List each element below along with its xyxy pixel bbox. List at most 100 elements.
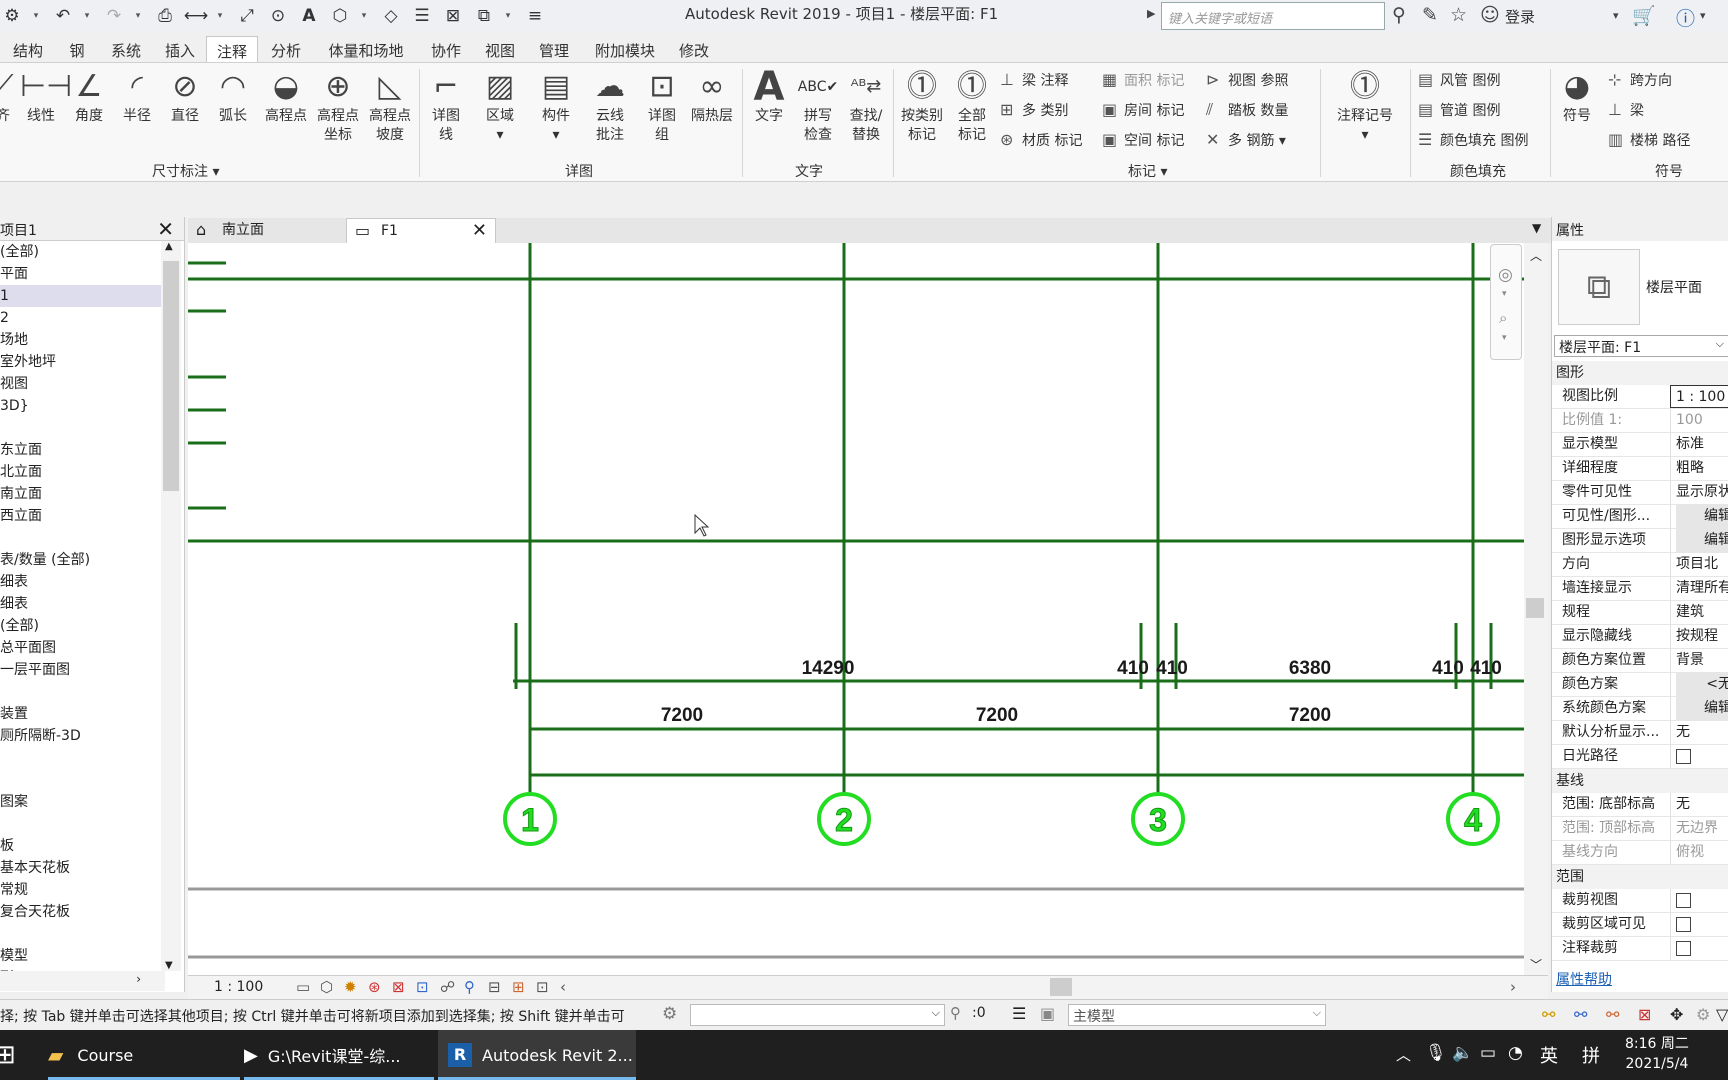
property-value[interactable]: 标准 [1670,433,1728,456]
model-dropdown[interactable]: 主模型 ⌵ [1068,1004,1326,1026]
tree-item[interactable]: 细表 [0,593,165,615]
tree-item[interactable]: 南立面 [0,483,165,505]
workset-dropdown[interactable]: ⌵ [690,1004,945,1026]
linear-dimension-button[interactable]: ⊢⊣ 线性 [20,67,72,126]
stair-path-button[interactable]: ▥ 楼梯 路径 [1608,127,1690,153]
shadows-icon[interactable]: ⊛ [368,978,381,996]
multi-rebar-button[interactable]: ✕ 多 钢筋 ▾ [1206,127,1286,153]
chevron-down-icon[interactable]: ▾ [31,4,41,28]
tree-item[interactable]: 东立面 [0,439,165,461]
area-tag-button[interactable]: ▦ 面积 标记 [1102,67,1184,93]
tree-item[interactable]: 3D} [0,395,165,417]
tree-item[interactable] [0,527,165,549]
binoculars-icon[interactable]: ⚲ [1392,4,1406,26]
tree-item[interactable]: 图案 [0,791,165,813]
chevron-down-icon[interactable]: ▾ [1613,9,1619,22]
scroll-up-icon[interactable]: ︿ [1530,247,1542,264]
dimension-label[interactable]: 7200 [661,705,703,726]
text-button[interactable]: A 文字 [746,67,792,126]
detail-group-button[interactable]: ⊡ 详图 组 [638,67,686,145]
tab-analyze[interactable]: 分析 [258,36,314,62]
spot-coordinate-button[interactable]: ⊕ 高程点 坐标 [312,67,364,145]
dimension-label[interactable]: 7200 [976,705,1018,726]
property-value[interactable]: 粗略 [1670,457,1728,480]
property-value[interactable] [1670,745,1728,768]
spot-elevation-button[interactable]: ◒ 高程点 [260,67,312,126]
login-button[interactable]: 登录 [1505,6,1535,27]
lock-3d-icon[interactable]: ⊟ [488,978,501,996]
property-value[interactable] [1670,937,1728,960]
settings-icon[interactable]: ⚙ [0,4,24,28]
property-value[interactable]: 建筑 [1670,601,1728,624]
aligned-dimension-button[interactable]: ⟋ 齐 [0,67,18,126]
tree-item[interactable] [0,417,165,439]
room-tag-button[interactable]: ▣ 房间 标记 [1102,97,1184,123]
dimension-label[interactable]: 410 [1470,658,1502,679]
tree-item[interactable]: 常规 [0,879,165,901]
tree-item[interactable]: 基本天花板 [0,857,165,879]
editable-only-icon[interactable]: ▣ [1040,1004,1055,1023]
detail-line-button[interactable]: ⌐ 详图 线 [424,67,468,145]
steering-wheel-icon[interactable]: ◎ [1498,265,1513,285]
component-button[interactable]: ▤ 构件 ▾ [532,67,580,145]
property-group-header[interactable]: 基线 [1552,769,1728,793]
spelling-button[interactable]: ABC✔ 拼写 检查 [796,67,840,145]
drawing-canvas[interactable]: 14290 410 410 6380 410 410 7200 7200 720… [188,243,1524,975]
property-value[interactable]: 编辑 [1670,505,1728,528]
duct-legend-button[interactable]: ▤ 风管 图例 [1418,67,1500,93]
edit-button[interactable]: 编辑 [1676,529,1728,552]
checkbox[interactable] [1676,941,1691,956]
scrollbar-thumb[interactable] [163,261,179,491]
tree-item[interactable]: 厕所隔断-3D [0,725,165,747]
close-icon[interactable]: ✕ [157,217,174,241]
tab-manage[interactable]: 管理 [526,36,582,62]
undo-icon[interactable]: ↶ [51,4,75,28]
checkbox[interactable] [1676,917,1691,932]
drag-elements-icon[interactable]: ✥ [1670,1005,1683,1024]
scrollbar-thumb[interactable] [1050,978,1072,996]
edit-button[interactable]: <无 [1676,673,1728,696]
property-value[interactable]: 编辑 [1670,697,1728,720]
tab-insert[interactable]: 插入 [154,36,206,62]
taskbar-item-course[interactable]: ▰ Course [48,1030,240,1080]
chevron-down-icon[interactable]: ▾ [215,4,225,28]
tree-item[interactable]: 装置 [0,703,165,725]
chevron-down-icon[interactable]: ▾ [82,4,92,28]
3d-view-icon[interactable]: ⬡ [328,4,352,28]
dimension-icon[interactable]: ⤢ [235,4,259,28]
measure-icon[interactable]: ⟷ [184,4,208,28]
keynote-button[interactable]: ⓵ 注释记号 ▾ [1330,67,1400,145]
tree-item[interactable]: 细表 [0,571,165,593]
tag-by-category-button[interactable]: ⓵ 按类别 标记 [896,67,948,145]
tree-item[interactable]: 北立面 [0,461,165,483]
switch-windows-icon[interactable]: ⧉ [472,4,496,28]
filter-icon[interactable]: ⚲ [950,1004,961,1022]
beam-annotation-button[interactable]: ⊥ 梁 注释 [1000,67,1068,93]
property-value[interactable]: 背景 [1670,649,1728,672]
scroll-down-icon[interactable]: ﹀ [1530,956,1542,973]
select-pinned-icon[interactable]: ⚯ [1606,1005,1619,1024]
analytical-model-icon[interactable]: ⊞ [512,978,525,996]
grid-label[interactable]: 1 [521,802,540,839]
checkbox[interactable] [1676,749,1691,764]
property-value[interactable]: 1 : 100 [1670,385,1728,408]
scroll-right-icon[interactable]: › [1510,978,1516,996]
taskbar-item-revit[interactable]: R Autodesk Revit 2... [438,1030,636,1080]
property-group-header[interactable]: 范围 [1552,865,1728,889]
chevron-down-icon[interactable]: ▾ [359,4,369,28]
property-value[interactable]: 无 [1670,721,1728,744]
tab-view[interactable]: 视图 [474,36,526,62]
vertical-scrollbar[interactable]: ▲ ▼ [161,241,181,971]
span-direction-button[interactable]: ⊹ 跨方向 [1608,67,1672,93]
microphone-icon[interactable]: 🎙 [1425,1043,1447,1063]
chevron-down-icon[interactable]: ▾ [1502,333,1507,343]
print-icon[interactable]: ⎙ [153,4,177,28]
tag-all-button[interactable]: ⓵ 全部 标记 [946,67,998,145]
windows-start-icon[interactable]: ⊞ [0,1040,16,1070]
close-tab-icon[interactable]: ✕ [472,219,487,243]
scroll-down-icon[interactable]: ▼ [165,960,173,971]
chevron-down-icon[interactable]: ▾ [503,4,513,28]
customize-qat-icon[interactable]: ≡ [523,4,547,28]
tree-item[interactable]: (全部) [0,241,165,263]
material-tag-button[interactable]: ⊛ 材质 标记 [1000,127,1082,153]
